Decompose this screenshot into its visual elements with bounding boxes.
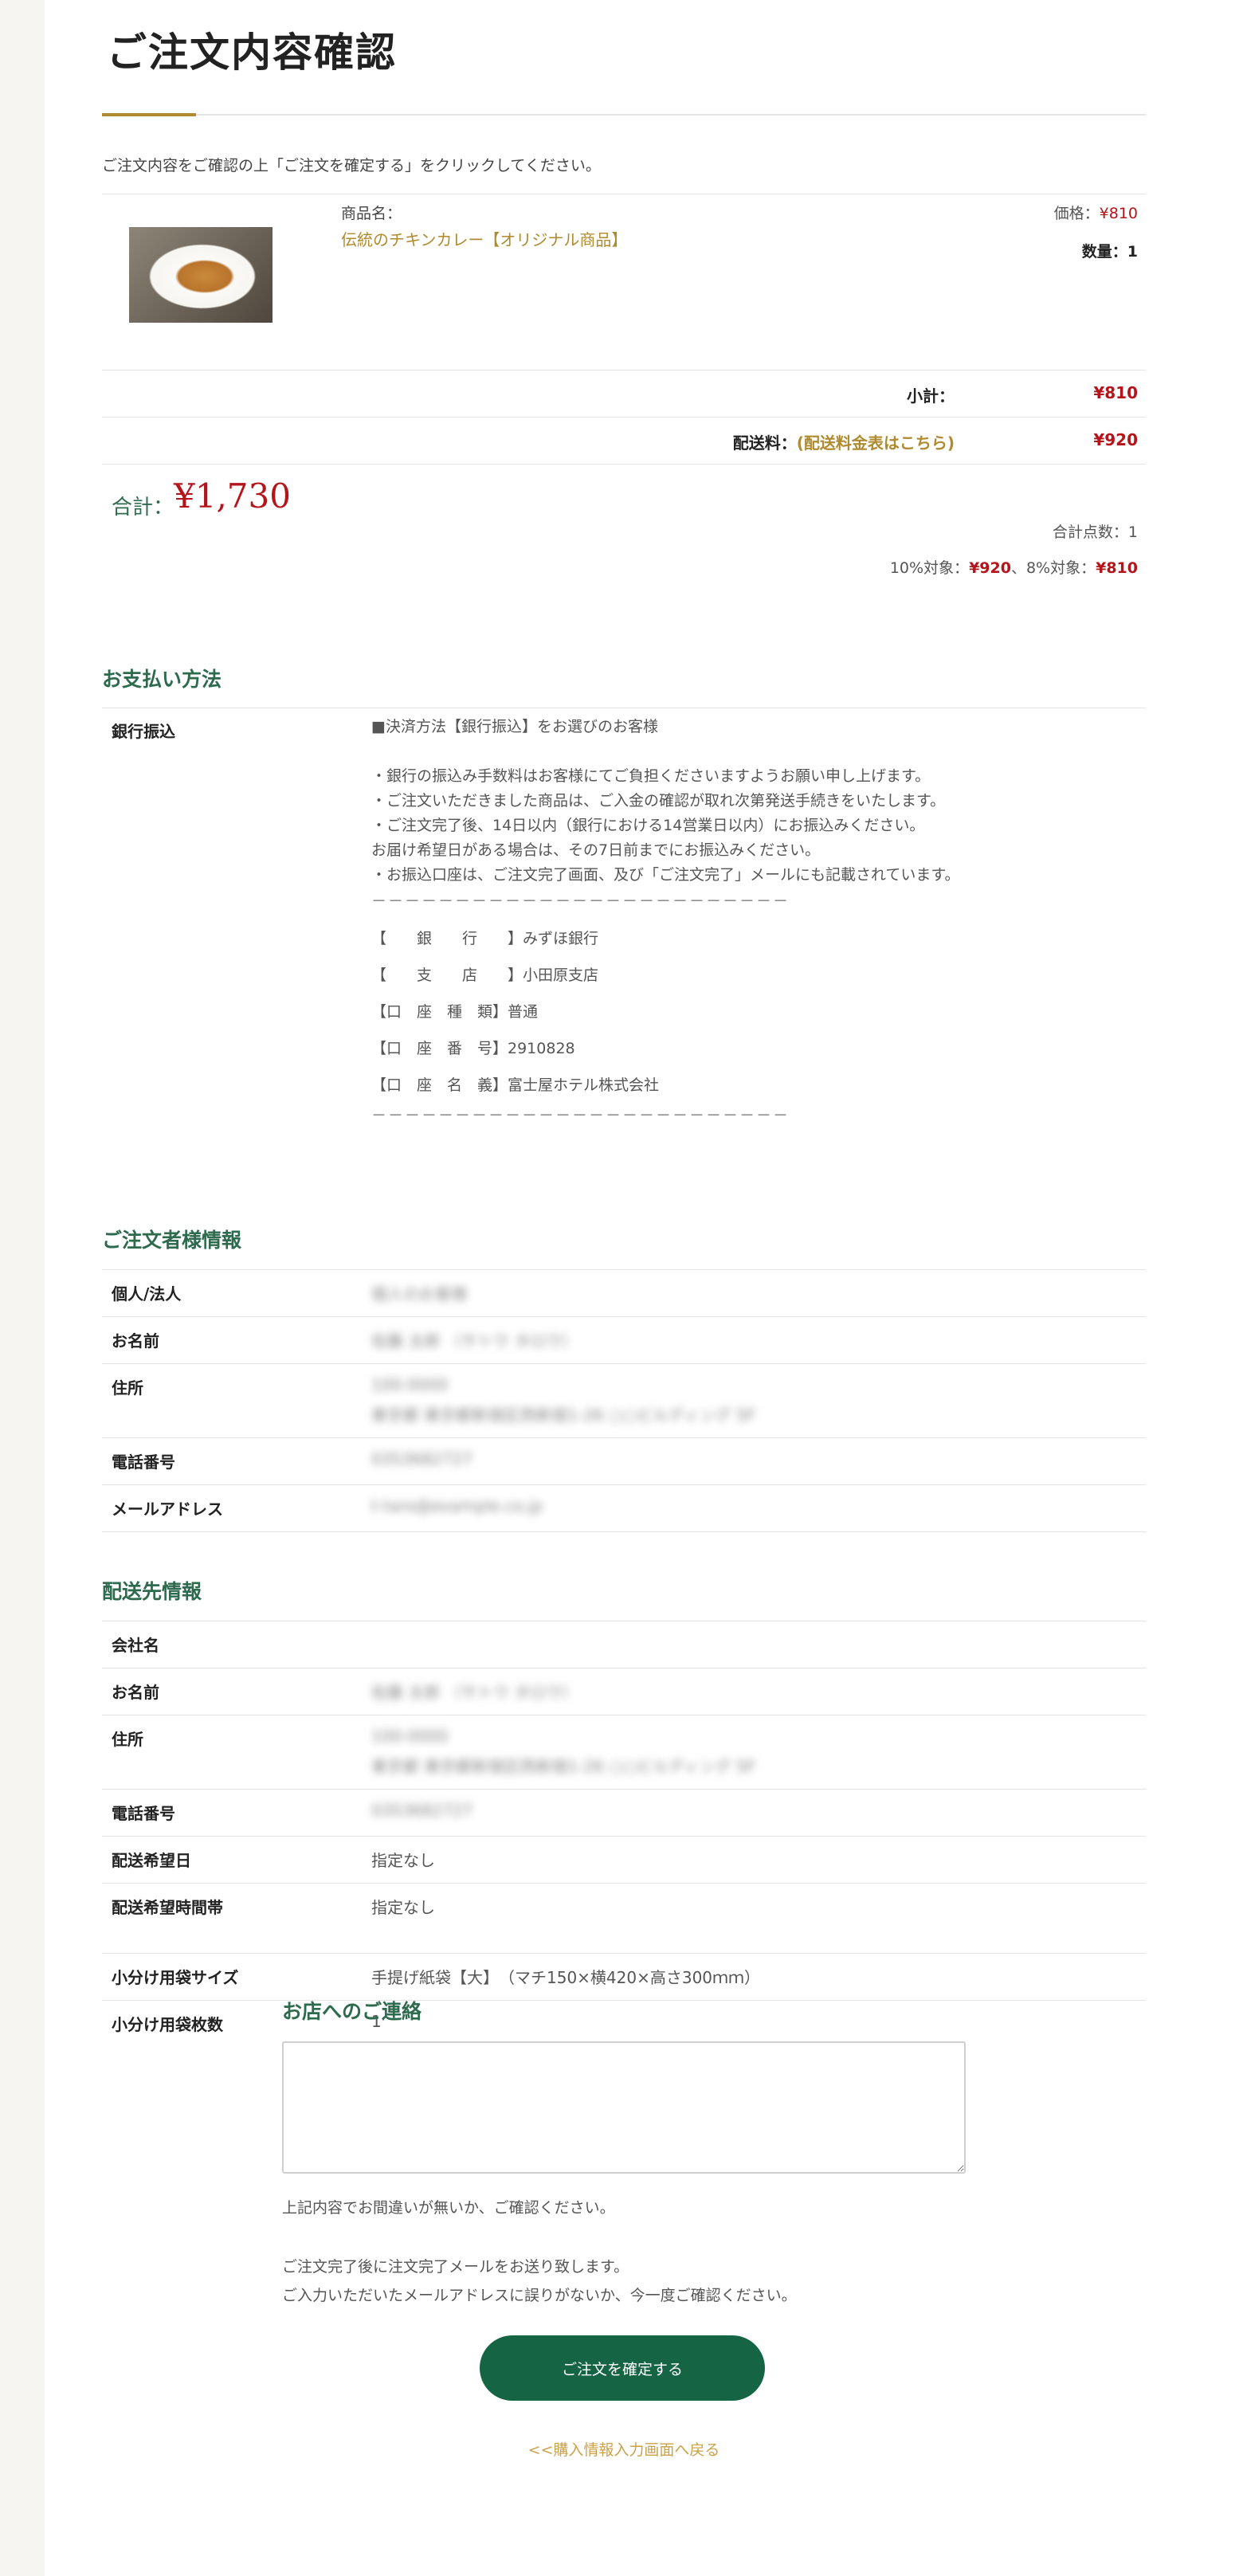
product-name-link[interactable]: 伝統のチキンカレー【オリジナル商品】 [341, 227, 627, 250]
bag-size-row: 小分け用袋サイズ 手提げ紙袋【大】 （マチ150×横420×高さ300ｍｍ） [102, 1954, 1146, 2001]
payment-details: ■決済方法【銀行振込】をお選びのお客様 ・銀行の振込み手数料はお客様にてご負担く… [371, 715, 960, 1128]
shipping-table-link[interactable]: (配送料金表はこちら) [797, 433, 955, 453]
account-type: 【口 座 種 類】普通 [371, 1003, 539, 1021]
row-value: 指定なし [371, 1851, 435, 1870]
email-note-2: ご入力いただいたメールアドレスに誤りがないか、今一度ご確認ください。 [282, 2287, 797, 2304]
product-image [129, 227, 273, 323]
contact-textarea[interactable] [282, 2041, 966, 2174]
shipping-label-group: 配送料：(配送料金表はこちら) [733, 430, 955, 453]
customer-row-address: 住所 100-0000 東京都 東京都新宿区西新宿1-26 ○○ビルディング 5… [102, 1364, 1146, 1438]
customer-heading: ご注文者様情報 [102, 1229, 242, 1252]
row-label: 個人/法人 [112, 1284, 182, 1304]
title-accent-bar [102, 113, 196, 116]
row-label: 電話番号 [112, 1453, 175, 1472]
row-label: お名前 [112, 1683, 159, 1702]
price-label: 価格： [1053, 205, 1100, 222]
total-label: 合計： [112, 496, 174, 520]
page: ご注文内容確認 ご注文内容をご確認の上「ご注文を確定する」をクリックしてください… [45, 0, 1243, 2576]
payment-line: ・ご注文いただきました商品は、ご入金の確認が取れ次第発送手続きをいたします。 [371, 792, 946, 810]
delivery-row-time: 配送希望時間帯 指定なし [102, 1884, 1146, 1931]
email-note-1: ご注文完了後に注文完了メールをお送り致します。 [282, 2258, 629, 2276]
divider [102, 464, 1146, 465]
payment-line [371, 739, 960, 764]
row-value: 佐藤 太郎 （サトウ タロウ） [371, 1683, 578, 1702]
row-label: メールアドレス [112, 1500, 223, 1519]
contact-heading: お店へのご連絡 [282, 2000, 422, 2023]
row-value: 手提げ紙袋【大】 （マチ150×横420×高さ300ｍｍ） [371, 1968, 761, 1987]
row-label: お名前 [112, 1331, 159, 1351]
delivery-row-date: 配送希望日 指定なし [102, 1837, 1146, 1884]
row-label: 小分け用袋枚数 [112, 2015, 223, 2034]
row-value: 東京都 東京都新宿区西新宿1-26 ○○ビルディング 5F [371, 1406, 756, 1425]
confirm-order-button[interactable]: ご注文を確定する [480, 2335, 765, 2401]
row-value: 佐藤 太郎 （サトウ タロウ） [371, 1331, 578, 1351]
tax10-value: ¥920 [969, 559, 1011, 577]
subtotal-value: ¥810 [1093, 383, 1138, 402]
back-link[interactable]: <<購入情報入力画面へ戻る [102, 2438, 1146, 2460]
shipping-value: ¥920 [1093, 430, 1138, 449]
delivery-row-address: 住所 100-0000 東京都 東京都新宿区西新宿1-26 ○○ビルディング 5… [102, 1715, 1146, 1790]
item-count: 合計点数：1 [1052, 523, 1138, 541]
row-label: 電話番号 [112, 1804, 175, 1823]
delivery-row-name: お名前 佐藤 太郎 （サトウ タロウ） [102, 1668, 1146, 1715]
row-label: 配送希望日 [112, 1851, 191, 1870]
shipping-row: 配送料：(配送料金表はこちら) ¥920 [102, 418, 1146, 464]
customer-row-type: 個人/法人 個人のお客様 [102, 1270, 1146, 1317]
customer-row-email: メールアドレス t-taro@example.co.jp [102, 1485, 1146, 1532]
row-value: 100-0000 [371, 1375, 449, 1394]
payment-method-label: 銀行振込 [112, 722, 175, 741]
customer-row-phone: 電話番号 0353682727 [102, 1438, 1146, 1485]
delivery-row-company: 会社名 [102, 1621, 1146, 1668]
payment-line: ・銀行の振込み手数料はお客様にてご負担くださいますようお願い申し上げます。 [371, 767, 931, 785]
bank-branch: 【 支 店 】小田原支店 [371, 966, 599, 984]
payment-line: お届け希望日がある場合は、その7日前までにお振込みください。 [371, 841, 821, 859]
row-label: 会社名 [112, 1636, 159, 1655]
product-price: 価格：¥810 [1054, 202, 1138, 223]
row-value: 0353682727 [371, 1801, 473, 1820]
row-value: 指定なし [371, 1898, 435, 1917]
title-divider [102, 114, 1146, 116]
product-name-label: 商品名： [341, 205, 402, 222]
row-value: 0353682727 [371, 1449, 473, 1468]
row-label: 小分け用袋サイズ [112, 1968, 239, 1987]
tax8-label: 、8%対象： [1010, 559, 1096, 577]
payment-line: ■決済方法【銀行振込】をお選びのお客様 [371, 718, 658, 735]
subtotal-label: 小計： [907, 386, 955, 406]
delivery-heading: 配送先情報 [102, 1580, 202, 1603]
delivery-row-phone: 電話番号 0353682727 [102, 1790, 1146, 1837]
confirm-note: 上記内容でお間違いが無いか、ご確認ください。 [282, 2199, 615, 2217]
payment-heading: お支払い方法 [102, 668, 222, 691]
shipping-label: 配送料： [732, 433, 797, 453]
payment-line: ・お振込口座は、ご注文完了画面、及び「ご注文完了」メールにも記載されています。 [371, 866, 960, 884]
payment-line: ・ご注文完了後、14日以内（銀行における14営業日以内）にお振込みください。 [371, 817, 925, 834]
tax10-label: 10%対象： [889, 559, 970, 577]
row-value: 東京都 東京都新宿区西新宿1-26 ○○ビルディング 5F [371, 1757, 756, 1776]
tax8-value: ¥810 [1096, 559, 1138, 577]
account-holder: 【口 座 名 義】富士屋ホテル株式会社 [371, 1076, 660, 1094]
row-value: 個人のお客様 [371, 1284, 467, 1304]
row-value: 100-0000 [371, 1727, 449, 1746]
intro-text: ご注文内容をご確認の上「ご注文を確定する」をクリックしてください。 [102, 157, 601, 174]
customer-row-name: お名前 佐藤 太郎 （サトウ タロウ） [102, 1317, 1146, 1364]
total-value: ¥1,730 [174, 476, 291, 516]
tax-breakdown: 10%対象：¥920、8%対象：¥810 [890, 556, 1138, 578]
account-number: 【口 座 番 号】2910828 [371, 1040, 575, 1057]
bank-name: 【 銀 行 】みずほ銀行 [371, 930, 599, 947]
row-label: 配送希望時間帯 [112, 1898, 223, 1917]
row-label: 住所 [112, 1378, 143, 1398]
dashed-separator: －－－－－－－－－－－－－－－－－－－－－－－－－ [371, 1107, 790, 1124]
product-quantity: 数量：1 [1081, 243, 1138, 261]
row-value: t-taro@example.co.jp [371, 1496, 543, 1515]
price-value: ¥810 [1099, 205, 1138, 222]
page-title: ご注文内容確認 [107, 29, 397, 76]
subtotal-row: 小計： ¥810 [102, 371, 1146, 417]
row-label: 住所 [112, 1730, 143, 1749]
dashed-separator: －－－－－－－－－－－－－－－－－－－－－－－－－ [371, 892, 790, 910]
